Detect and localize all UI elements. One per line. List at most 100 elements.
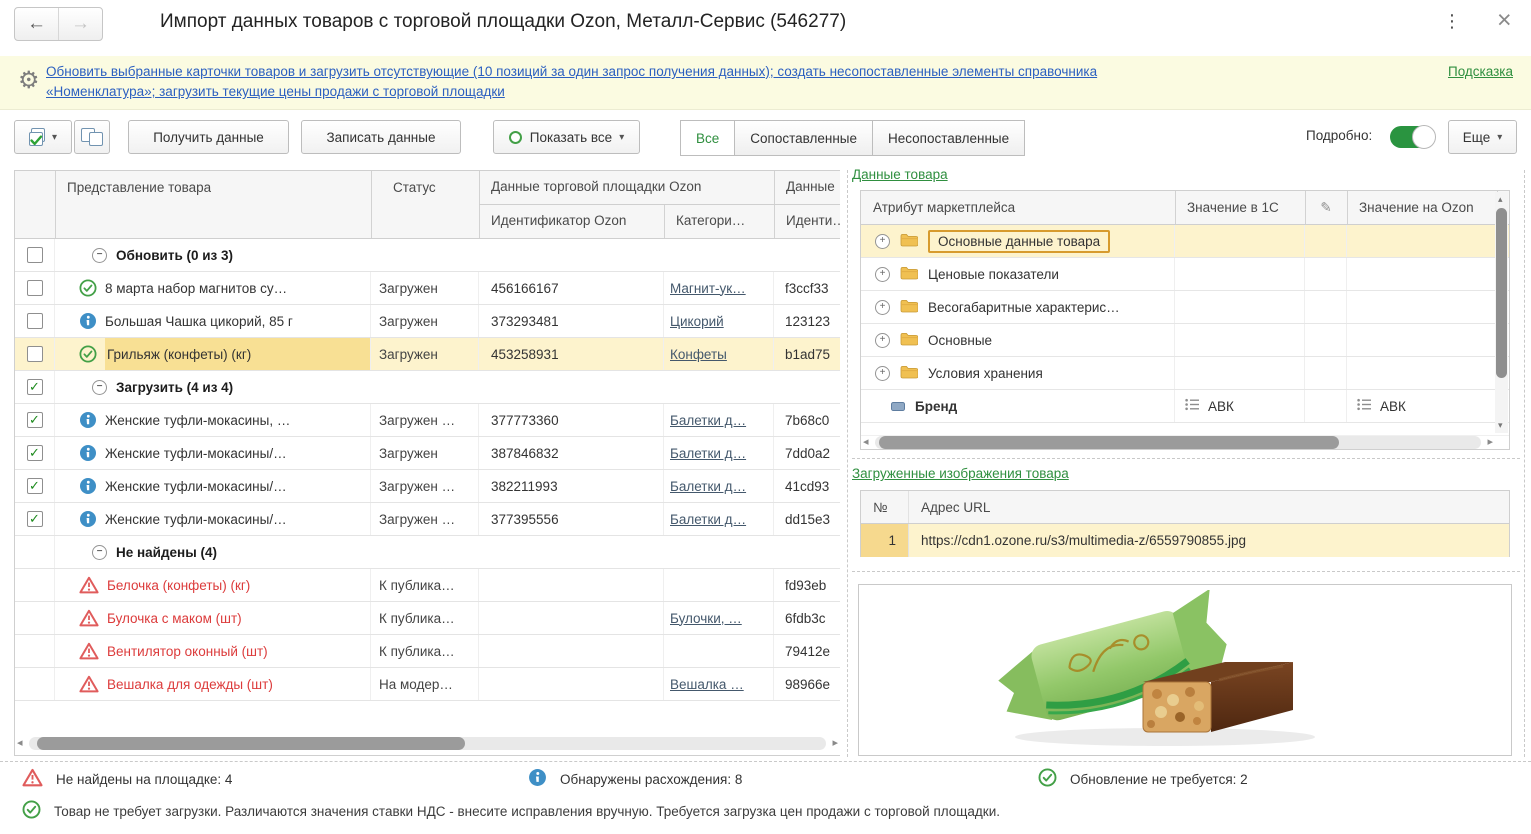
window-menu-button[interactable]: ⋮ <box>1443 11 1461 32</box>
row-checkbox[interactable] <box>27 247 43 263</box>
category-link[interactable]: Конфеты <box>670 347 727 362</box>
scrollbar-thumb[interactable] <box>37 737 465 750</box>
tab-all[interactable]: Все <box>680 120 735 156</box>
scroll-right-icon[interactable]: ▸ <box>832 737 838 750</box>
column-header-ozon-id[interactable]: Идентификатор Ozon <box>491 213 626 228</box>
category-link[interactable]: Вешалка … <box>670 677 744 692</box>
collapse-icon[interactable]: − <box>92 380 107 395</box>
product-row-error[interactable]: Белочка (конфеты) (кг) К публика… fd93eb <box>15 569 840 602</box>
tab-unmatched[interactable]: Несопоставленные <box>872 120 1025 156</box>
scrollbar-thumb[interactable] <box>1496 208 1507 378</box>
group-row-load[interactable]: ✓ −Загрузить (4 из 4) <box>15 371 840 404</box>
collapse-icon[interactable]: − <box>92 248 107 263</box>
product-row[interactable]: ✓ Женские туфли-мокасины/… Загружен … 38… <box>15 470 840 503</box>
expand-icon[interactable]: + <box>875 234 890 249</box>
row-checkbox[interactable] <box>27 313 43 329</box>
attribute-label: Условия хранения <box>928 366 1043 381</box>
attribute-row[interactable]: +Основные <box>861 324 1509 357</box>
attribute-row-selected[interactable]: + Основные данные товара <box>861 225 1509 258</box>
write-data-button[interactable]: Записать данные <box>301 120 461 154</box>
scroll-right-icon[interactable]: ▸ <box>1487 436 1493 449</box>
category-link[interactable]: Балетки д… <box>670 413 746 428</box>
hint-link-line1[interactable]: Обновить выбранные карточки товаров и за… <box>46 62 1097 82</box>
product-data-section-link[interactable]: Данные товара <box>852 167 948 182</box>
attributes-horizontal-scrollbar[interactable]: ◂ ▸ <box>863 436 1493 449</box>
product-row[interactable]: 8 марта набор магнитов су… Загружен 4561… <box>15 272 840 305</box>
help-link[interactable]: Подсказка <box>1448 64 1513 79</box>
expand-icon[interactable]: + <box>875 333 890 348</box>
category-link[interactable]: Балетки д… <box>670 512 746 527</box>
row-checkbox[interactable] <box>27 346 43 362</box>
category-link[interactable]: Булочки, … <box>670 611 742 626</box>
detail-toggle[interactable] <box>1390 126 1434 148</box>
category-link[interactable]: Цикорий <box>670 314 724 329</box>
scroll-left-icon[interactable]: ◂ <box>17 737 23 750</box>
attribute-row-brand[interactable]: Бренд АВК АВК <box>861 390 1509 423</box>
more-button[interactable]: Еще ▾ <box>1448 120 1517 154</box>
choice-list-icon[interactable] <box>1357 398 1372 414</box>
category-link[interactable]: Магнит-ук… <box>670 281 746 296</box>
select-all-button[interactable]: ▾ <box>14 120 72 154</box>
panel-splitter[interactable] <box>847 170 848 757</box>
back-button[interactable]: ← <box>15 8 58 40</box>
category-link[interactable]: Балетки д… <box>670 479 746 494</box>
column-header-value-1c[interactable]: Значение в 1С <box>1175 191 1305 224</box>
row-checkbox-checked[interactable]: ✓ <box>27 412 43 428</box>
column-header-value-ozon[interactable]: Значение на Ozon <box>1347 191 1497 224</box>
scrollbar-track[interactable] <box>875 436 1481 449</box>
product-row-error[interactable]: Вешалка для одежды (шт) На модер… Вешалк… <box>15 668 840 701</box>
forward-button[interactable]: → <box>58 8 102 40</box>
products-horizontal-scrollbar[interactable]: ◂ ▸ <box>17 737 838 750</box>
product-row-selected[interactable]: Грильяж (конфеты) (кг) Загружен 45325893… <box>15 338 840 371</box>
column-header-attribute[interactable]: Атрибут маркетплейса <box>861 191 1175 224</box>
caret-down-icon: ▾ <box>619 132 624 143</box>
product-row-error[interactable]: Вентилятор оконный (шт) К публика… 79412… <box>15 635 840 668</box>
category-link[interactable]: Балетки д… <box>670 446 746 461</box>
row-checkbox-checked[interactable]: ✓ <box>27 445 43 461</box>
scroll-up-icon[interactable]: ▴ <box>1498 194 1503 205</box>
group-row-not-found[interactable]: −Не найдены (4) <box>15 536 840 569</box>
filter-tabs: Все Сопоставленные Несопоставленные <box>680 120 1025 156</box>
product-row[interactable]: ✓ Женские туфли-мокасины, … Загружен … 3… <box>15 404 840 437</box>
column-group-data[interactable]: Данные <box>786 179 840 194</box>
column-header-category[interactable]: Категори… <box>676 213 770 228</box>
column-header-internal-id[interactable]: Иденти… <box>786 213 840 228</box>
expand-icon[interactable]: + <box>875 267 890 282</box>
row-checkbox-checked[interactable]: ✓ <box>27 478 43 494</box>
column-group-ozon[interactable]: Данные торговой площадки Ozon <box>491 179 771 194</box>
image-url-row[interactable]: 1 https://cdn1.ozone.ru/s3/multimedia-z/… <box>861 524 1509 557</box>
product-row[interactable]: Большая Чашка цикорий, 85 г Загружен 373… <box>15 305 840 338</box>
column-header-url[interactable]: Адрес URL <box>909 491 1509 523</box>
product-row[interactable]: ✓ Женские туфли-мокасины/… Загружен 3878… <box>15 437 840 470</box>
scrollbar-thumb[interactable] <box>879 436 1339 449</box>
choice-list-icon[interactable] <box>1185 398 1200 414</box>
attributes-vertical-scrollbar[interactable]: ▴ ▾ <box>1495 192 1508 433</box>
expand-icon[interactable]: + <box>875 300 890 315</box>
column-header-name[interactable]: Представление товара <box>67 180 211 195</box>
column-header-num[interactable]: № <box>861 491 909 523</box>
row-checkbox-checked[interactable]: ✓ <box>27 379 43 395</box>
row-checkbox[interactable] <box>27 280 43 296</box>
product-row[interactable]: ✓ Женские туфли-мокасины/… Загружен … 37… <box>15 503 840 536</box>
expand-icon[interactable]: + <box>875 366 890 381</box>
hint-action-link[interactable]: Обновить выбранные карточки товаров и за… <box>46 62 1097 102</box>
get-data-button[interactable]: Получить данные <box>128 120 289 154</box>
attribute-row[interactable]: +Ценовые показатели <box>861 258 1509 291</box>
column-header-status[interactable]: Статус <box>393 180 436 195</box>
collapse-icon[interactable]: − <box>92 545 107 560</box>
group-row-update[interactable]: −Обновить (0 из 3) <box>15 239 840 272</box>
row-checkbox-checked[interactable]: ✓ <box>27 511 43 527</box>
attribute-row[interactable]: +Весогабаритные характерис… <box>861 291 1509 324</box>
attribute-row[interactable]: + Условия хранения <box>861 357 1509 390</box>
scrollbar-track[interactable] <box>29 737 826 750</box>
scroll-left-icon[interactable]: ◂ <box>863 436 869 449</box>
tab-matched[interactable]: Сопоставленные <box>734 120 873 156</box>
tab-matched-label: Сопоставленные <box>750 131 857 146</box>
close-button[interactable]: × <box>1497 6 1512 35</box>
show-all-dropdown[interactable]: Показать все ▾ <box>493 120 640 154</box>
product-row-error[interactable]: Булочка с маком (шт) К публика… Булочки,… <box>15 602 840 635</box>
scroll-down-icon[interactable]: ▾ <box>1498 420 1503 431</box>
deselect-all-button[interactable] <box>74 120 110 154</box>
hint-link-line2[interactable]: «Номенклатура»; загрузить текущие цены п… <box>46 82 1097 102</box>
images-section-link[interactable]: Загруженные изображения товара <box>852 466 1069 481</box>
